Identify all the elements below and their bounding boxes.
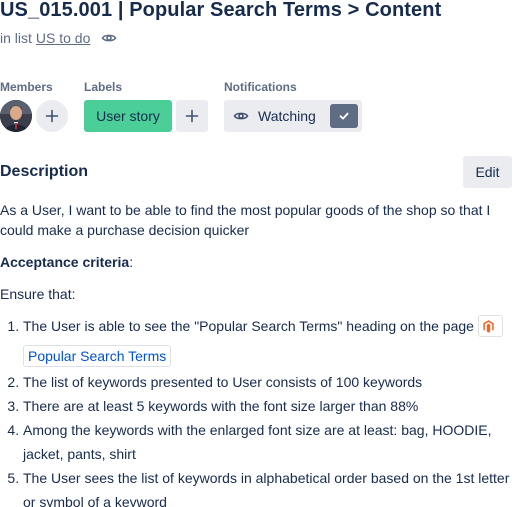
description-intro: As a User, I want to be able to find the… xyxy=(0,202,491,238)
eye-icon xyxy=(233,108,249,124)
add-member-button[interactable] xyxy=(36,100,68,132)
watch-label: Watching xyxy=(258,108,316,124)
list-item: The list of keywords presented to User c… xyxy=(23,370,512,394)
ensure-text: Ensure that: xyxy=(0,286,76,302)
labels-heading: Labels xyxy=(84,80,123,94)
list-item: Among the keywords with the enlarged fon… xyxy=(23,418,512,466)
edit-description-button[interactable]: Edit xyxy=(463,156,512,188)
list-item: There are at least 5 keywords with the f… xyxy=(23,394,512,418)
label-user-story[interactable]: User story xyxy=(84,100,172,132)
description-body: As a User, I want to be able to find the… xyxy=(0,200,512,507)
plus-icon xyxy=(45,109,59,123)
eye-icon xyxy=(101,30,117,46)
list-item: The User is able to see the "Popular Sea… xyxy=(23,312,512,370)
plus-icon xyxy=(185,109,199,123)
magento-icon xyxy=(483,314,494,342)
add-label-button[interactable] xyxy=(176,100,208,132)
list-item-text: The User is able to see the "Popular Sea… xyxy=(23,318,478,334)
card-detail: US_015.001 | Popular Search Terms > Cont… xyxy=(0,0,516,507)
members-heading: Members xyxy=(0,80,53,94)
list-location: in list US to do xyxy=(0,30,117,46)
check-icon xyxy=(330,104,358,128)
criteria-list: The User is able to see the "Popular Sea… xyxy=(0,312,512,507)
smart-link-text: Popular Search Terms xyxy=(28,348,167,364)
watch-button[interactable]: Watching xyxy=(224,100,362,132)
list-item: The User sees the list of keywords in al… xyxy=(23,466,512,507)
notifications-heading: Notifications xyxy=(224,80,297,94)
card-title[interactable]: US_015.001 | Popular Search Terms > Cont… xyxy=(0,0,441,22)
list-link[interactable]: US to do xyxy=(36,30,90,46)
member-avatar[interactable] xyxy=(0,100,32,132)
criteria-colon: : xyxy=(129,254,134,270)
in-list-prefix: in list xyxy=(0,30,32,46)
description-heading: Description xyxy=(0,163,89,180)
criteria-line: Acceptance criteria: xyxy=(0,252,512,272)
criteria-heading: Acceptance criteria xyxy=(0,254,130,270)
